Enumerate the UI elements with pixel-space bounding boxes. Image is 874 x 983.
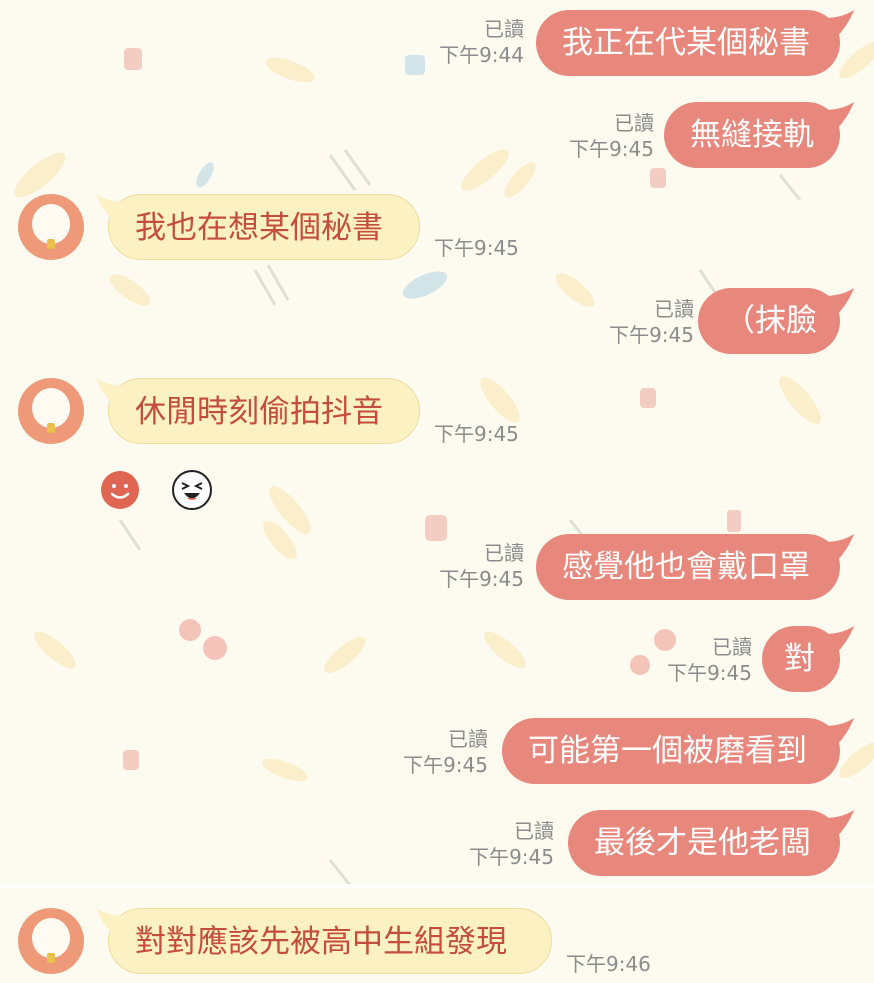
reaction-laugh[interactable] bbox=[172, 470, 212, 514]
message-row: 我也在想某個秘書 下午9:45 bbox=[96, 194, 536, 264]
message-meta: 已讀 下午9:45 bbox=[388, 726, 488, 778]
message-timestamp: 下午9:45 bbox=[609, 323, 694, 347]
read-receipt: 已讀 bbox=[654, 297, 694, 321]
message-meta: 已讀 下午9:44 bbox=[414, 16, 524, 68]
bubble-tail bbox=[96, 908, 126, 938]
message-timestamp: 下午9:46 bbox=[566, 952, 651, 976]
read-receipt: 已讀 bbox=[614, 111, 654, 135]
message-bubble-outgoing[interactable]: 我正在代某個秘書 bbox=[536, 10, 840, 76]
message-text: 我也在想某個秘書 bbox=[135, 210, 383, 246]
screenshot-seam-divider bbox=[0, 884, 874, 888]
message-text: 休閒時刻偷拍抖音 bbox=[135, 394, 383, 430]
message-timestamp: 下午9:45 bbox=[439, 567, 524, 591]
avatar-face-icon bbox=[32, 204, 70, 244]
laughing-face-icon bbox=[172, 470, 212, 510]
message-meta: 已讀 下午9:45 bbox=[652, 634, 752, 686]
message-text: 對 bbox=[784, 641, 815, 677]
message-bubble-outgoing[interactable]: （抹臉 bbox=[698, 288, 840, 354]
message-bubble-outgoing[interactable]: 無縫接軌 bbox=[664, 102, 840, 168]
message-timestamp: 下午9:45 bbox=[403, 753, 488, 777]
message-meta: 已讀 下午9:45 bbox=[454, 818, 554, 870]
avatar-badge-icon bbox=[47, 239, 55, 249]
message-row: 已讀 下午9:45 可能第一個被磨看到 bbox=[388, 718, 854, 786]
avatar[interactable] bbox=[18, 378, 84, 444]
avatar-badge-icon bbox=[47, 953, 55, 963]
bubble-tail bbox=[824, 626, 854, 656]
message-row: 已讀 下午9:45 感覺他也會戴口罩 bbox=[420, 534, 854, 602]
message-timestamp: 下午9:45 bbox=[667, 661, 752, 685]
message-meta: 已讀 下午9:45 bbox=[414, 540, 524, 592]
message-text: 對對應該先被高中生組發現 bbox=[135, 924, 507, 960]
message-timestamp: 下午9:45 bbox=[434, 236, 519, 260]
bubble-tail bbox=[824, 10, 854, 40]
smile-face-icon bbox=[101, 471, 139, 509]
read-receipt: 已讀 bbox=[514, 819, 554, 843]
message-row: 已讀 下午9:45 （抹臉 bbox=[580, 288, 854, 356]
read-receipt: 已讀 bbox=[712, 635, 752, 659]
message-text: 無縫接軌 bbox=[690, 117, 814, 153]
bubble-tail bbox=[824, 534, 854, 564]
message-timestamp: 下午9:45 bbox=[434, 422, 519, 446]
message-bubble-outgoing[interactable]: 感覺他也會戴口罩 bbox=[536, 534, 840, 600]
message-row: 已讀 下午9:44 我正在代某個秘書 bbox=[420, 10, 854, 78]
avatar-face-icon bbox=[32, 918, 70, 958]
message-meta: 已讀 下午9:45 bbox=[544, 110, 654, 162]
message-row: 已讀 下午9:45 最後才是他老闆 bbox=[452, 810, 854, 878]
read-receipt: 已讀 bbox=[484, 17, 524, 41]
pea-pod-icon bbox=[196, 55, 448, 299]
message-bubble-incoming[interactable]: 對對應該先被高中生組發現 bbox=[108, 908, 552, 974]
avatar[interactable] bbox=[18, 194, 84, 260]
message-bubble-incoming[interactable]: 我也在想某個秘書 bbox=[108, 194, 420, 260]
message-timestamp: 下午9:44 bbox=[439, 43, 524, 67]
bubble-tail bbox=[824, 718, 854, 748]
avatar-face-icon bbox=[32, 388, 70, 428]
message-bubble-outgoing[interactable]: 可能第一個被磨看到 bbox=[502, 718, 840, 784]
bubble-tail bbox=[824, 810, 854, 840]
message-row: 休閒時刻偷拍抖音 下午9:45 bbox=[96, 378, 536, 448]
bubble-tail bbox=[96, 378, 126, 408]
message-text: 最後才是他老闆 bbox=[594, 825, 811, 861]
bubble-tail bbox=[824, 288, 854, 318]
tomato-icon bbox=[179, 619, 676, 675]
message-row: 對對應該先被高中生組發現 下午9:46 bbox=[96, 908, 666, 978]
reaction-smile[interactable] bbox=[100, 470, 140, 514]
message-timestamp: 下午9:45 bbox=[569, 137, 654, 161]
read-receipt: 已讀 bbox=[448, 727, 488, 751]
bubble-tail bbox=[824, 102, 854, 132]
message-bubble-incoming[interactable]: 休閒時刻偷拍抖音 bbox=[108, 378, 420, 444]
message-text: 可能第一個被磨看到 bbox=[528, 733, 807, 769]
message-bubble-outgoing[interactable]: 最後才是他老闆 bbox=[568, 810, 840, 876]
avatar[interactable] bbox=[18, 908, 84, 974]
avatar-badge-icon bbox=[47, 423, 55, 433]
message-row: 已讀 下午9:45 對 bbox=[650, 626, 854, 694]
message-meta: 已讀 下午9:45 bbox=[584, 296, 694, 348]
bubble-tail bbox=[96, 194, 126, 224]
read-receipt: 已讀 bbox=[484, 541, 524, 565]
message-text: 我正在代某個秘書 bbox=[562, 25, 810, 61]
message-text: 感覺他也會戴口罩 bbox=[562, 549, 810, 585]
message-text: （抹臉 bbox=[724, 303, 817, 339]
message-row: 已讀 下午9:45 無縫接軌 bbox=[540, 102, 854, 170]
message-timestamp: 下午9:45 bbox=[469, 845, 554, 869]
